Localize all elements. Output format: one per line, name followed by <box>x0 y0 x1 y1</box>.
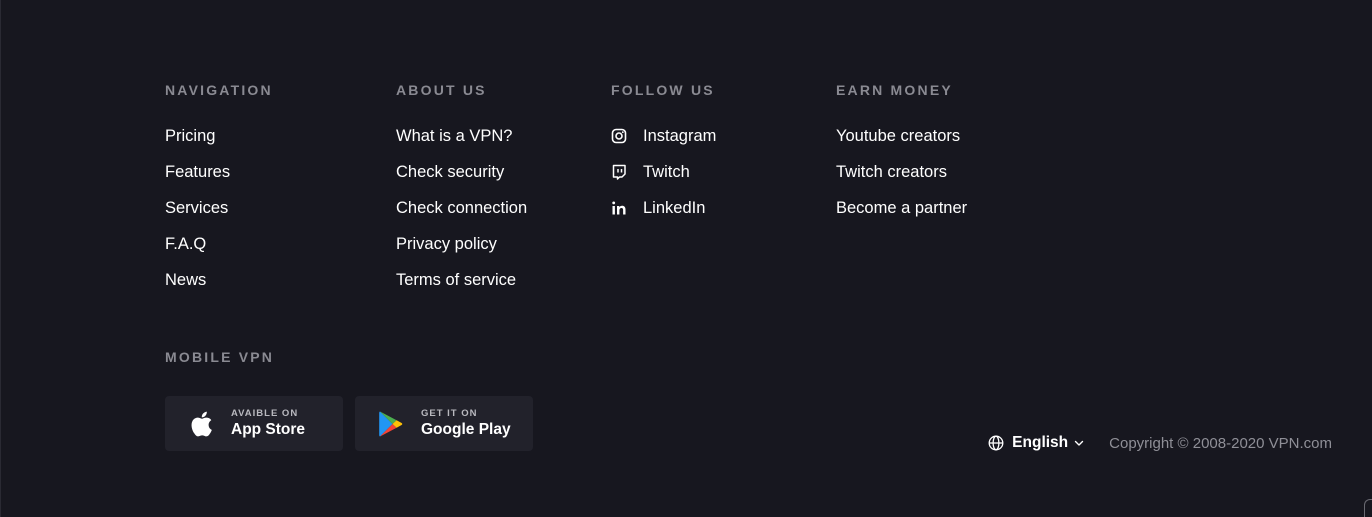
copyright-text: Copyright © 2008-2020 VPN.com <box>1109 434 1332 452</box>
instagram-icon <box>611 126 627 146</box>
navigation-column: NAVIGATION Pricing Features Services F.A… <box>165 80 273 306</box>
earn-link-twitch-creators[interactable]: Twitch creators <box>836 162 967 198</box>
nav-link-news[interactable]: News <box>165 270 273 306</box>
nav-link-faq[interactable]: F.A.Q <box>165 234 273 270</box>
about-links: What is a VPN? Check security Check conn… <box>396 126 527 306</box>
about-link-what-is-vpn[interactable]: What is a VPN? <box>396 126 527 162</box>
social-link-label: Instagram <box>643 127 717 145</box>
earn-column: EARN MONEY Youtube creators Twitch creat… <box>836 80 967 234</box>
navigation-links: Pricing Features Services F.A.Q News <box>165 126 273 306</box>
linkedin-icon <box>611 198 627 218</box>
about-link-privacy-policy[interactable]: Privacy policy <box>396 234 527 270</box>
google-play-icon <box>377 409 405 439</box>
google-play-button[interactable]: GET IT ON Google Play <box>355 396 533 451</box>
google-play-text: GET IT ON Google Play <box>421 408 511 440</box>
mobile-vpn-section: MOBILE VPN AVAIBLE ON App Store GET IT O… <box>165 347 533 451</box>
social-link-label: LinkedIn <box>643 199 706 217</box>
footer-bottom-bar: English Copyright © 2008-2020 VPN.com <box>988 433 1332 453</box>
social-link-twitch[interactable]: Twitch <box>611 162 716 198</box>
globe-icon <box>988 435 1004 451</box>
social-link-linkedin[interactable]: LinkedIn <box>611 198 716 234</box>
app-store-label: App Store <box>231 420 306 438</box>
about-column: ABOUT US What is a VPN? Check security C… <box>396 80 527 306</box>
google-play-caption: GET IT ON <box>421 407 478 419</box>
social-links: Instagram Twitch LinkedIn <box>611 126 716 234</box>
store-buttons: AVAIBLE ON App Store GET IT ON Google Pl… <box>165 396 533 451</box>
chevron-down-icon <box>1074 439 1084 447</box>
nav-link-pricing[interactable]: Pricing <box>165 126 273 162</box>
about-link-terms-of-service[interactable]: Terms of service <box>396 270 527 306</box>
about-heading: ABOUT US <box>396 82 487 98</box>
app-store-caption: AVAIBLE ON <box>231 407 299 419</box>
mobile-vpn-heading: MOBILE VPN <box>165 349 275 365</box>
earn-link-become-partner[interactable]: Become a partner <box>836 198 967 234</box>
earn-heading: EARN MONEY <box>836 82 953 98</box>
apple-icon <box>187 409 215 439</box>
nav-link-services[interactable]: Services <box>165 198 273 234</box>
social-link-instagram[interactable]: Instagram <box>611 126 716 162</box>
follow-heading: FOLLOW US <box>611 82 715 98</box>
follow-column: FOLLOW US Instagram Twitch LinkedIn <box>611 80 716 234</box>
resize-handle[interactable] <box>1364 499 1372 517</box>
about-link-check-security[interactable]: Check security <box>396 162 527 198</box>
nav-link-features[interactable]: Features <box>165 162 273 198</box>
twitch-icon <box>611 162 627 182</box>
site-footer: NAVIGATION Pricing Features Services F.A… <box>0 0 1372 517</box>
app-store-text: AVAIBLE ON App Store <box>231 408 305 440</box>
earn-link-youtube-creators[interactable]: Youtube creators <box>836 126 967 162</box>
about-link-check-connection[interactable]: Check connection <box>396 198 527 234</box>
language-selector[interactable]: English <box>988 434 1084 452</box>
language-label: English <box>1012 434 1069 451</box>
app-store-button[interactable]: AVAIBLE ON App Store <box>165 396 343 451</box>
navigation-heading: NAVIGATION <box>165 82 273 98</box>
google-play-label: Google Play <box>421 420 511 438</box>
social-link-label: Twitch <box>643 163 690 181</box>
earn-links: Youtube creators Twitch creators Become … <box>836 126 967 234</box>
